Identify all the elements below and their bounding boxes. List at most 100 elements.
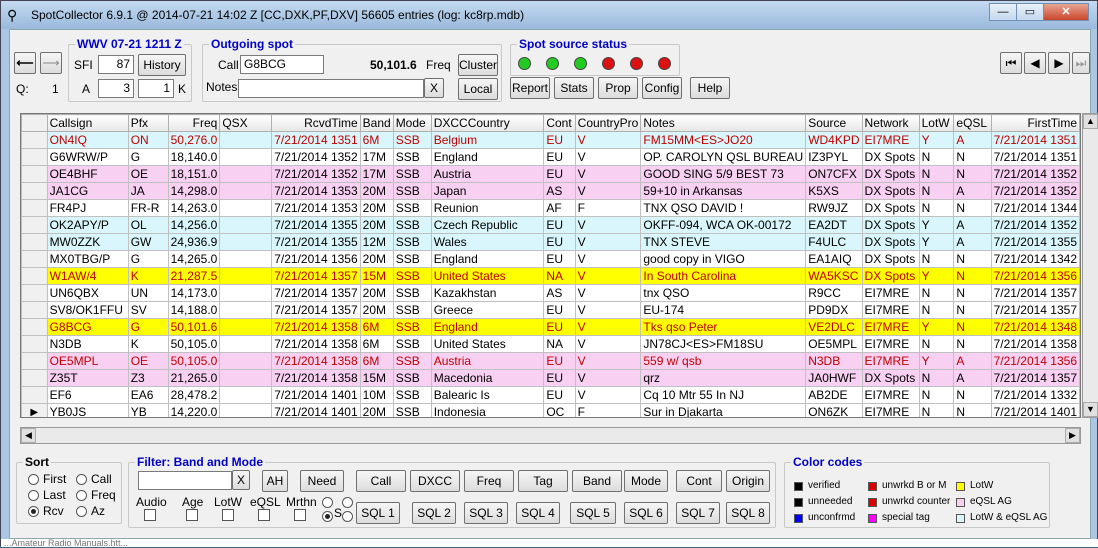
filter-dxcc-button[interactable]: DXCC: [410, 470, 460, 492]
table-cell[interactable]: DX Spots: [861, 233, 920, 251]
sort-freq-radio[interactable]: [76, 490, 87, 501]
table-cell[interactable]: [219, 148, 273, 166]
table-cell[interactable]: SSB: [392, 267, 432, 285]
table-cell[interactable]: A: [953, 216, 992, 234]
table-cell[interactable]: V: [574, 182, 642, 200]
sql-3-button[interactable]: SQL 3: [464, 502, 508, 524]
column-header[interactable]: FirstTime: [990, 114, 1080, 132]
table-cell[interactable]: DX Spots: [861, 165, 920, 183]
table-cell[interactable]: 7/21/2014 1401: [271, 403, 361, 417]
table-cell[interactable]: [219, 131, 273, 149]
table-cell[interactable]: 20M: [359, 199, 394, 217]
k-index-field[interactable]: 1: [138, 79, 174, 98]
table-cell[interactable]: JA: [127, 182, 169, 200]
sql-5-button[interactable]: SQL 5: [570, 502, 616, 524]
scroll-left-icon[interactable]: ◀: [21, 428, 36, 443]
table-cell[interactable]: V: [574, 352, 642, 370]
table-cell[interactable]: Austria: [430, 352, 545, 370]
table-cell[interactable]: [219, 165, 273, 183]
row-selector[interactable]: [21, 148, 48, 166]
table-cell[interactable]: 50,105.0: [167, 335, 221, 353]
table-cell[interactable]: 14,188.0: [167, 301, 221, 319]
table-row[interactable]: OE5MPL OE 50,105.0 7/21/2014 1358 6M SSB Austr…: [21, 352, 1080, 370]
row-selector[interactable]: [21, 335, 48, 353]
table-row[interactable]: OE4BHF OE 18,151.0 7/21/2014 1352 17M SSB Aust…: [21, 165, 1080, 183]
table-cell[interactable]: EI7MRE: [861, 131, 920, 149]
column-header[interactable]: DXCCCountry: [430, 114, 545, 132]
table-cell[interactable]: EI7MRE: [861, 318, 920, 336]
filter-tag-button[interactable]: Tag: [518, 470, 568, 492]
table-cell[interactable]: 7/21/2014 1351: [990, 131, 1080, 149]
table-cell[interactable]: 7/21/2014 1358: [271, 335, 361, 353]
table-cell[interactable]: 21,265.0: [167, 369, 221, 387]
sort-az-radio[interactable]: [76, 506, 87, 517]
table-cell[interactable]: NA: [543, 267, 576, 285]
table-cell[interactable]: Belgium: [430, 131, 545, 149]
table-cell[interactable]: N: [953, 199, 992, 217]
table-cell[interactable]: Y: [918, 216, 955, 234]
table-cell[interactable]: 7/21/2014 1355: [990, 233, 1080, 251]
table-cell[interactable]: FR4PJ: [46, 199, 129, 217]
lotw-checkbox[interactable]: [222, 509, 234, 521]
table-row[interactable]: G8BCG G 50,101.6 7/21/2014 1358 6M SSB England…: [21, 318, 1080, 336]
table-cell[interactable]: V: [574, 335, 642, 353]
grid-vertical-scrollbar[interactable]: ▲ ▼: [1082, 113, 1098, 418]
table-cell[interactable]: [219, 318, 273, 336]
table-cell[interactable]: PD9DX: [805, 301, 863, 319]
table-row[interactable]: SV8/OK1FFU SV 14,188.0 7/21/2014 1357 20M SSB…: [21, 301, 1080, 319]
sort-call-radio[interactable]: [76, 474, 87, 485]
table-cell[interactable]: SSB: [392, 250, 432, 268]
table-cell[interactable]: EU: [543, 165, 576, 183]
table-cell[interactable]: N: [953, 267, 992, 285]
table-cell[interactable]: SSB: [392, 403, 432, 417]
table-cell[interactable]: 50,276.0: [167, 131, 221, 149]
mrthn-checkbox[interactable]: [294, 509, 306, 521]
table-row[interactable]: Z35T Z3 21,265.0 7/21/2014 1358 15M SSB Macedo…: [21, 369, 1080, 387]
scroll-up-icon[interactable]: ▲: [1083, 114, 1098, 129]
table-cell[interactable]: OKFF-094, WCA OK-00172: [640, 216, 807, 234]
prev-spot-button[interactable]: ◀: [1024, 52, 1046, 74]
stats-button[interactable]: Stats: [554, 77, 594, 99]
filter-clear-button[interactable]: X: [232, 470, 250, 490]
table-cell[interactable]: 17M: [359, 148, 394, 166]
sql-4-button[interactable]: SQL 4: [516, 502, 560, 524]
table-cell[interactable]: N: [918, 182, 955, 200]
sql-7-button[interactable]: SQL 7: [676, 502, 720, 524]
table-cell[interactable]: qrz: [640, 369, 807, 387]
table-cell[interactable]: 7/21/2014 1332: [990, 386, 1080, 404]
table-cell[interactable]: 7/21/2014 1352: [990, 182, 1080, 200]
table-cell[interactable]: N: [918, 301, 955, 319]
table-cell[interactable]: [219, 182, 273, 200]
table-cell[interactable]: [219, 267, 273, 285]
table-cell[interactable]: MW0ZZK: [46, 233, 129, 251]
table-row[interactable]: OK2APY/P OL 14,256.0 7/21/2014 1355 20M SSB Cz…: [21, 216, 1080, 234]
table-cell[interactable]: 7/21/2014 1352: [271, 148, 361, 166]
row-selector[interactable]: [21, 267, 48, 285]
table-cell[interactable]: V: [574, 284, 642, 302]
table-cell[interactable]: AS: [543, 182, 576, 200]
table-cell[interactable]: EI7MRE: [861, 403, 920, 417]
table-cell[interactable]: 14,298.0: [167, 182, 221, 200]
need-button[interactable]: Need: [300, 470, 344, 492]
table-cell[interactable]: 7/21/2014 1352: [990, 165, 1080, 183]
table-cell[interactable]: SSB: [392, 233, 432, 251]
row-selector[interactable]: [21, 318, 48, 336]
table-cell[interactable]: YB: [127, 403, 169, 417]
table-cell[interactable]: EU: [543, 216, 576, 234]
table-cell[interactable]: United States: [430, 267, 545, 285]
table-cell[interactable]: N: [953, 318, 992, 336]
table-cell[interactable]: In South Carolina: [640, 267, 807, 285]
column-header[interactable]: Source: [805, 114, 863, 132]
table-cell[interactable]: V: [574, 148, 642, 166]
table-cell[interactable]: AS: [543, 284, 576, 302]
table-cell[interactable]: England: [430, 318, 545, 336]
table-cell[interactable]: N: [953, 301, 992, 319]
table-row[interactable]: MX0TBG/P G 14,265.0 7/21/2014 1356 20M SSB Eng…: [21, 250, 1080, 268]
table-cell[interactable]: 18,151.0: [167, 165, 221, 183]
table-cell[interactable]: 20M: [359, 284, 394, 302]
table-cell[interactable]: 14,220.0: [167, 403, 221, 417]
table-row[interactable]: JA1CG JA 14,298.0 7/21/2014 1353 20M SSB Japan…: [21, 182, 1080, 200]
table-cell[interactable]: [219, 250, 273, 268]
table-cell[interactable]: [219, 199, 273, 217]
config-button[interactable]: Config: [642, 77, 682, 99]
